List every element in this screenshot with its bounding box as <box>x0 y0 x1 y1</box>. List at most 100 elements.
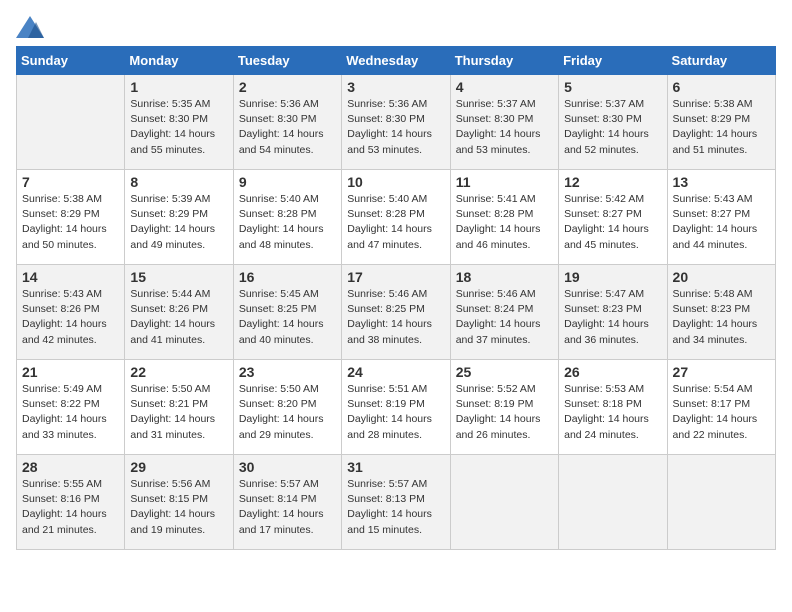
day-info: Sunrise: 5:36 AM Sunset: 8:30 PM Dayligh… <box>347 97 444 158</box>
calendar-cell: 20 Sunrise: 5:48 AM Sunset: 8:23 PM Dayli… <box>667 265 775 360</box>
calendar-cell: 18Sunrise: 5:46 AM Sunset: 8:24 PM Dayli… <box>450 265 558 360</box>
calendar-cell: 16 Sunrise: 5:45 AM Sunset: 8:25 PM Dayli… <box>233 265 341 360</box>
calendar-cell: 9 Sunrise: 5:40 AM Sunset: 8:28 PM Daylig… <box>233 170 341 265</box>
day-info: Sunrise: 5:38 AM Sunset: 8:29 PM Dayligh… <box>673 97 770 158</box>
day-info: Sunrise: 5:35 AM Sunset: 8:30 PM Dayligh… <box>130 97 227 158</box>
calendar-cell: 12 Sunrise: 5:42 AM Sunset: 8:27 PM Dayli… <box>559 170 667 265</box>
day-info: Sunrise: 5:56 AM Sunset: 8:15 PM Dayligh… <box>130 477 227 538</box>
calendar-cell: 2Sunrise: 5:36 AM Sunset: 8:30 PM Daylig… <box>233 75 341 170</box>
calendar-cell: 26 Sunrise: 5:53 AM Sunset: 8:18 PM Dayli… <box>559 360 667 455</box>
day-info: Sunrise: 5:40 AM Sunset: 8:28 PM Dayligh… <box>239 192 336 253</box>
calendar-cell <box>559 455 667 550</box>
day-number: 22 <box>130 364 227 380</box>
page-header <box>16 16 776 38</box>
calendar-cell: 6 Sunrise: 5:38 AM Sunset: 8:29 PM Daylig… <box>667 75 775 170</box>
day-number: 15 <box>130 269 227 285</box>
day-number: 17 <box>347 269 444 285</box>
calendar-table: SundayMondayTuesdayWednesdayThursdayFrid… <box>16 46 776 550</box>
header-cell-sunday: Sunday <box>17 47 125 75</box>
calendar-cell: 22 Sunrise: 5:50 AM Sunset: 8:21 PM Dayli… <box>125 360 233 455</box>
day-info: Sunrise: 5:39 AM Sunset: 8:29 PM Dayligh… <box>130 192 227 253</box>
day-number: 13 <box>673 174 770 190</box>
calendar-cell: 7Sunrise: 5:38 AM Sunset: 8:29 PM Daylig… <box>17 170 125 265</box>
day-number: 23 <box>239 364 336 380</box>
day-info: Sunrise: 5:48 AM Sunset: 8:23 PM Dayligh… <box>673 287 770 348</box>
calendar-cell: 17Sunrise: 5:46 AM Sunset: 8:25 PM Dayli… <box>342 265 450 360</box>
calendar-week-1: 1 Sunrise: 5:35 AM Sunset: 8:30 PM Daylig… <box>17 75 776 170</box>
day-info: Sunrise: 5:53 AM Sunset: 8:18 PM Dayligh… <box>564 382 661 443</box>
calendar-cell: 25 Sunrise: 5:52 AM Sunset: 8:19 PM Dayli… <box>450 360 558 455</box>
day-number: 18 <box>456 269 553 285</box>
day-info: Sunrise: 5:40 AM Sunset: 8:28 PM Dayligh… <box>347 192 444 253</box>
calendar-week-5: 28 Sunrise: 5:55 AM Sunset: 8:16 PM Dayli… <box>17 455 776 550</box>
calendar-cell: 28 Sunrise: 5:55 AM Sunset: 8:16 PM Dayli… <box>17 455 125 550</box>
day-number: 24 <box>347 364 444 380</box>
day-number: 12 <box>564 174 661 190</box>
calendar-cell: 10 Sunrise: 5:40 AM Sunset: 8:28 PM Dayli… <box>342 170 450 265</box>
header-cell-tuesday: Tuesday <box>233 47 341 75</box>
day-number: 20 <box>673 269 770 285</box>
day-number: 1 <box>130 79 227 95</box>
day-number: 8 <box>130 174 227 190</box>
day-number: 30 <box>239 459 336 475</box>
day-info: Sunrise: 5:45 AM Sunset: 8:25 PM Dayligh… <box>239 287 336 348</box>
calendar-cell: 3Sunrise: 5:36 AM Sunset: 8:30 PM Daylig… <box>342 75 450 170</box>
calendar-cell: 21 Sunrise: 5:49 AM Sunset: 8:22 PM Dayli… <box>17 360 125 455</box>
calendar-cell: 29 Sunrise: 5:56 AM Sunset: 8:15 PM Dayli… <box>125 455 233 550</box>
calendar-cell: 15 Sunrise: 5:44 AM Sunset: 8:26 PM Dayli… <box>125 265 233 360</box>
day-number: 31 <box>347 459 444 475</box>
logo <box>16 16 48 38</box>
day-info: Sunrise: 5:36 AM Sunset: 8:30 PM Dayligh… <box>239 97 336 158</box>
day-info: Sunrise: 5:44 AM Sunset: 8:26 PM Dayligh… <box>130 287 227 348</box>
day-info: Sunrise: 5:54 AM Sunset: 8:17 PM Dayligh… <box>673 382 770 443</box>
header-cell-monday: Monday <box>125 47 233 75</box>
day-info: Sunrise: 5:37 AM Sunset: 8:30 PM Dayligh… <box>564 97 661 158</box>
day-info: Sunrise: 5:49 AM Sunset: 8:22 PM Dayligh… <box>22 382 119 443</box>
day-number: 7 <box>22 174 119 190</box>
calendar-cell: 23Sunrise: 5:50 AM Sunset: 8:20 PM Dayli… <box>233 360 341 455</box>
day-number: 19 <box>564 269 661 285</box>
calendar-cell: 13 Sunrise: 5:43 AM Sunset: 8:27 PM Dayli… <box>667 170 775 265</box>
day-number: 11 <box>456 174 553 190</box>
day-info: Sunrise: 5:57 AM Sunset: 8:13 PM Dayligh… <box>347 477 444 538</box>
day-info: Sunrise: 5:43 AM Sunset: 8:27 PM Dayligh… <box>673 192 770 253</box>
day-number: 26 <box>564 364 661 380</box>
calendar-cell: 4 Sunrise: 5:37 AM Sunset: 8:30 PM Daylig… <box>450 75 558 170</box>
day-number: 14 <box>22 269 119 285</box>
calendar-cell: 19Sunrise: 5:47 AM Sunset: 8:23 PM Dayli… <box>559 265 667 360</box>
calendar-cell: 1 Sunrise: 5:35 AM Sunset: 8:30 PM Daylig… <box>125 75 233 170</box>
day-info: Sunrise: 5:52 AM Sunset: 8:19 PM Dayligh… <box>456 382 553 443</box>
header-row: SundayMondayTuesdayWednesdayThursdayFrid… <box>17 47 776 75</box>
calendar-week-3: 14 Sunrise: 5:43 AM Sunset: 8:26 PM Dayli… <box>17 265 776 360</box>
logo-icon <box>16 16 44 38</box>
calendar-cell: 31 Sunrise: 5:57 AM Sunset: 8:13 PM Dayli… <box>342 455 450 550</box>
header-cell-friday: Friday <box>559 47 667 75</box>
day-info: Sunrise: 5:42 AM Sunset: 8:27 PM Dayligh… <box>564 192 661 253</box>
calendar-cell: 27Sunrise: 5:54 AM Sunset: 8:17 PM Dayli… <box>667 360 775 455</box>
calendar-cell <box>17 75 125 170</box>
calendar-cell: 11 Sunrise: 5:41 AM Sunset: 8:28 PM Dayli… <box>450 170 558 265</box>
calendar-cell: 30Sunrise: 5:57 AM Sunset: 8:14 PM Dayli… <box>233 455 341 550</box>
day-number: 25 <box>456 364 553 380</box>
day-number: 9 <box>239 174 336 190</box>
day-info: Sunrise: 5:37 AM Sunset: 8:30 PM Dayligh… <box>456 97 553 158</box>
day-number: 16 <box>239 269 336 285</box>
day-number: 4 <box>456 79 553 95</box>
day-info: Sunrise: 5:43 AM Sunset: 8:26 PM Dayligh… <box>22 287 119 348</box>
day-info: Sunrise: 5:51 AM Sunset: 8:19 PM Dayligh… <box>347 382 444 443</box>
day-info: Sunrise: 5:55 AM Sunset: 8:16 PM Dayligh… <box>22 477 119 538</box>
header-cell-wednesday: Wednesday <box>342 47 450 75</box>
day-info: Sunrise: 5:41 AM Sunset: 8:28 PM Dayligh… <box>456 192 553 253</box>
header-cell-saturday: Saturday <box>667 47 775 75</box>
day-number: 21 <box>22 364 119 380</box>
day-number: 28 <box>22 459 119 475</box>
calendar-cell: 5 Sunrise: 5:37 AM Sunset: 8:30 PM Daylig… <box>559 75 667 170</box>
calendar-body: 1 Sunrise: 5:35 AM Sunset: 8:30 PM Daylig… <box>17 75 776 550</box>
calendar-cell: 8 Sunrise: 5:39 AM Sunset: 8:29 PM Daylig… <box>125 170 233 265</box>
calendar-week-2: 7Sunrise: 5:38 AM Sunset: 8:29 PM Daylig… <box>17 170 776 265</box>
day-number: 29 <box>130 459 227 475</box>
day-info: Sunrise: 5:50 AM Sunset: 8:21 PM Dayligh… <box>130 382 227 443</box>
day-number: 6 <box>673 79 770 95</box>
day-number: 5 <box>564 79 661 95</box>
day-number: 10 <box>347 174 444 190</box>
